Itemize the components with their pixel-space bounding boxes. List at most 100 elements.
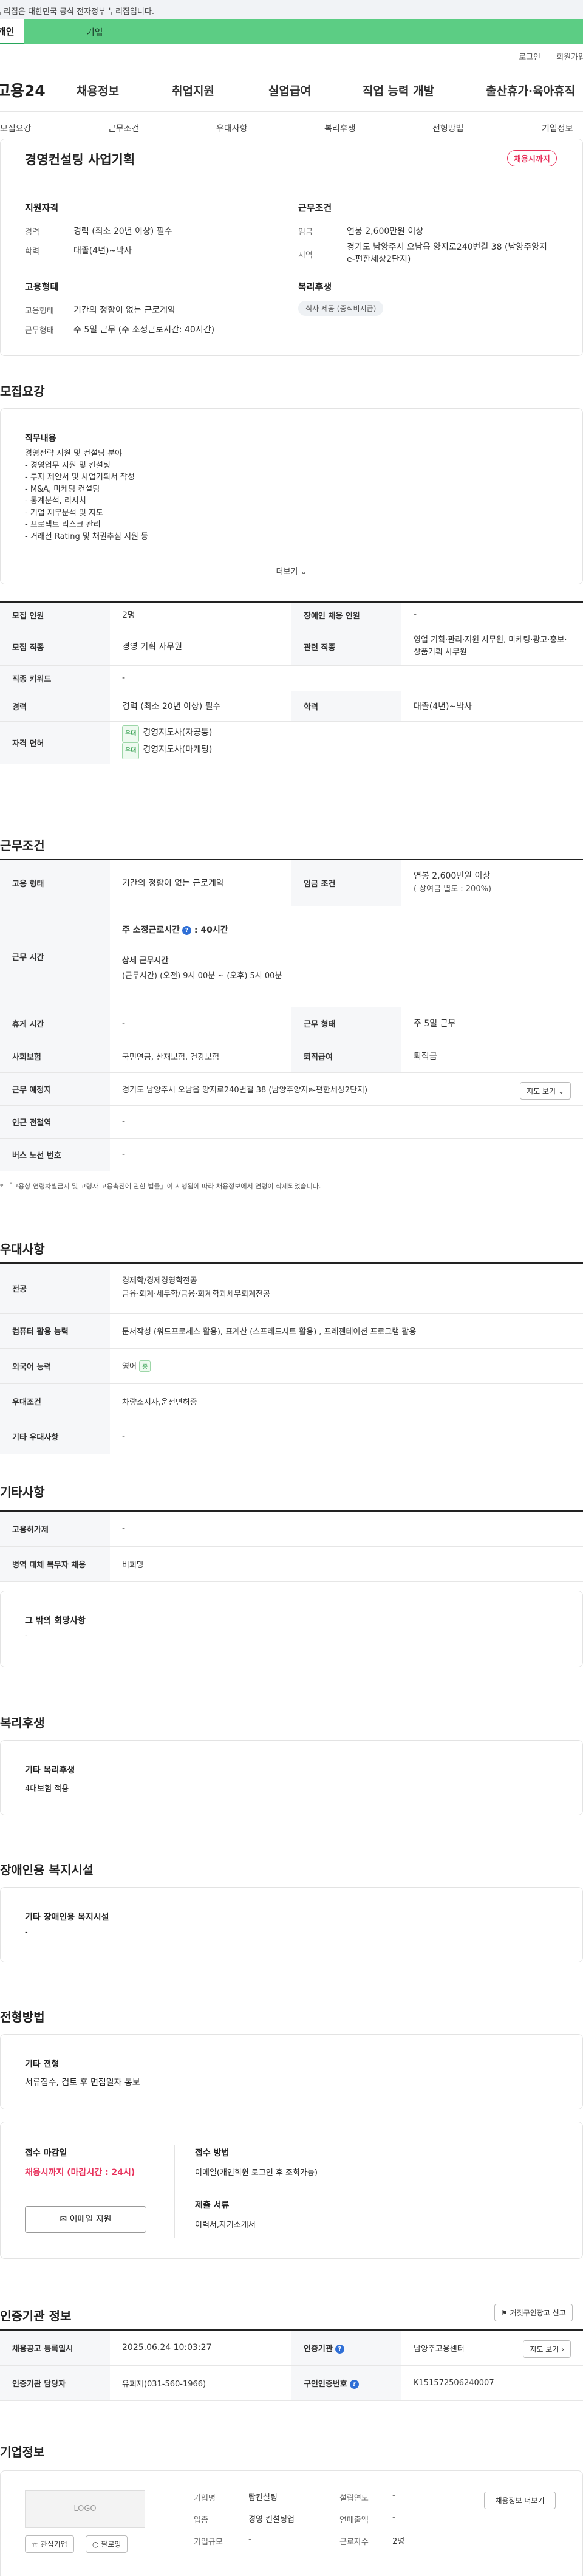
- map-button[interactable]: 지도 보기 ⌄: [520, 1081, 571, 1100]
- gnb-item-leave[interactable]: 출산휴가·육아휴직: [486, 68, 575, 112]
- more-button[interactable]: 더보기 ⌄: [1, 555, 582, 584]
- loc-label: 지역: [298, 251, 313, 260]
- info-icon[interactable]: ?: [349, 2379, 359, 2389]
- status-badge: 채용시까지: [507, 150, 557, 166]
- site-logo[interactable]: 고용24: [0, 79, 46, 101]
- duty-line: 경영전략 지원 및 컨설팅 분야: [25, 449, 123, 458]
- snb-preference[interactable]: 우대사항: [216, 122, 248, 134]
- station-value: -: [110, 1105, 583, 1139]
- docs-value: 이력서,자기소개서: [195, 2221, 256, 2230]
- gnb-item-unemployment-benefit[interactable]: 실업급여: [268, 68, 311, 112]
- join-link[interactable]: 회원가입: [556, 50, 583, 62]
- emp-type-label: 고용형태: [25, 307, 54, 316]
- career-row-value: 경력 (최소 20년 이상) 필수: [110, 691, 292, 722]
- duty-line: - 경영업무 지원 및 컨설팅: [25, 461, 111, 470]
- gnb-item-jobs[interactable]: 채용정보: [77, 68, 119, 112]
- pref-cond-label: 우대조건: [0, 1383, 110, 1419]
- major-value: 경제학/경제경영학전공 금융·회계·세무학/금융·회계학과세무회계전공: [110, 1263, 583, 1314]
- welfare-title: 복리후생: [298, 281, 332, 292]
- edu-value: 대졸(4년)~박사: [73, 246, 132, 256]
- age-notice: * 「고용상 연령차별금지 및 고령자 고용촉진에 관한 법률」이 시행됨에 따…: [0, 1182, 321, 1190]
- interest-button[interactable]: ☆ 관심기업: [25, 2535, 74, 2553]
- jobs-more-label: 채용정보 더보기: [495, 2496, 545, 2505]
- duty-line: - 통계분석, 리서치: [25, 496, 86, 505]
- info-icon[interactable]: ?: [182, 925, 192, 935]
- interest-label: 관심기업: [40, 2540, 67, 2549]
- edu-row-value: 대졸(4년)~박사: [401, 691, 583, 722]
- org-map-button[interactable]: 지도 보기 ›: [523, 2340, 571, 2358]
- report-button[interactable]: ⚑ 거짓구인광고 신고: [494, 2304, 573, 2321]
- gnb-item-training[interactable]: 직업 능력 개발: [363, 68, 434, 112]
- preferred-tag: 우대: [122, 725, 140, 742]
- lang-value: 영어 중: [110, 1348, 583, 1384]
- snb-welfare[interactable]: 복리후생: [324, 122, 356, 134]
- tab-person[interactable]: 개인: [0, 19, 24, 44]
- sales-label: 연매출액: [339, 2516, 369, 2525]
- career-label: 경력: [25, 228, 39, 237]
- snb-selection[interactable]: 전형방법: [432, 122, 464, 134]
- qual-title: 지원자격: [25, 202, 59, 213]
- number-label: 구인인증번호?: [292, 2365, 401, 2401]
- work-form-label: 근무형태: [25, 326, 54, 335]
- job-value: 경영 기획 사무원: [110, 628, 292, 666]
- edu-label: 학력: [25, 247, 39, 256]
- cert-table: 채용공고 등록일시 2025.06.24 10:03:27 인증기관? 남양주고…: [0, 2329, 583, 2401]
- snb-recruit[interactable]: 모집요강: [0, 122, 32, 134]
- wage-value: 연봉 2,600만원 이상: [347, 227, 424, 236]
- jobs-more-button[interactable]: 채용정보 더보기: [484, 2492, 556, 2509]
- org-label-text: 인증기관: [304, 2344, 333, 2354]
- insurance-label: 사회보험: [0, 1040, 110, 1073]
- keyword-label: 직종 키워드: [0, 665, 110, 691]
- detail-value: (근무시간) (오전) 9시 00분 ~ (오후) 5시 00분: [122, 971, 282, 981]
- wish-title: 그 밖의 희망사항: [25, 1616, 86, 1626]
- time-value: 주 소정근로시간? : 40시간 상세 근무시간 (근무시간) (오전) 9시 …: [110, 906, 583, 1007]
- disabled-value: -: [401, 602, 583, 628]
- reg-value: 2025.06.24 10:03:27: [110, 2330, 292, 2366]
- duty-line: - M&A, 마케팅 컨설팅: [25, 484, 100, 494]
- wish-card: 그 밖의 희망사항 -: [0, 1591, 583, 1667]
- emp-row-value: 기간의 정함이 없는 근로계약: [110, 860, 292, 906]
- pref-etc-label: 기타 우대사항: [0, 1419, 110, 1454]
- weekly-hours-label: 주 소정근로시간: [122, 925, 180, 935]
- mail-icon: ✉: [60, 2215, 67, 2224]
- lang-label: 외국어 능력: [0, 1348, 110, 1384]
- license-value: 우대 경영지도사(자공통) 우대 경영지도사(마케팅): [110, 721, 583, 764]
- company-section-title: 기업정보: [0, 2445, 45, 2459]
- divider: [174, 2145, 175, 2238]
- staff-label: 근로자수: [339, 2538, 369, 2547]
- bus-value: -: [110, 1138, 583, 1171]
- number-value: K151572506240007: [401, 2365, 583, 2401]
- method-value: 서류접수, 검토 후 면접일자 통보: [25, 2078, 140, 2088]
- gnb-item-employment-support[interactable]: 취업지원: [172, 68, 214, 112]
- email-apply-button[interactable]: ✉ 이메일 지원: [25, 2206, 146, 2233]
- login-link[interactable]: 로그인: [519, 50, 540, 62]
- conditions-section-title: 근무조건: [0, 838, 45, 853]
- gov-banner: 이 누리집은 대한민국 공식 전자정부 누리집입니다.: [0, 0, 583, 19]
- license-name: 경영지도사(마케팅): [143, 745, 213, 755]
- email-apply-label: 이메일 지원: [69, 2215, 112, 2224]
- gov-banner-text: 이 누리집은 대한민국 공식 전자정부 누리집입니다.: [0, 7, 154, 16]
- duty-line: - 거래선 Rating 및 채권추심 지원 등: [25, 532, 148, 541]
- job-label: 모집 직종: [0, 628, 110, 666]
- tab-company[interactable]: 기업: [24, 19, 128, 44]
- snb-company[interactable]: 기업정보: [542, 122, 573, 134]
- size-value: -: [248, 2535, 252, 2544]
- manager-value: 유희재(031-560-1966): [110, 2365, 292, 2401]
- snb-conditions[interactable]: 근무조건: [108, 122, 140, 134]
- utility-bar: 로그인 회원가입: [0, 44, 583, 68]
- emp-type-value: 기간의 정함이 없는 근로계약: [73, 306, 176, 315]
- wage-amount: 연봉 2,600만원 이상: [414, 871, 491, 882]
- info-icon[interactable]: ?: [335, 2344, 344, 2354]
- wage-note: ( 상여금 별도 : 200%): [414, 885, 492, 894]
- place-address: 경기도 남양주시 오남읍 양지로240번길 38 (남양주양지e-편한세상2단지…: [122, 1085, 368, 1095]
- wage-label: 임금: [298, 228, 313, 237]
- follow-button[interactable]: ○ 팔로잉: [86, 2535, 128, 2553]
- chevron-down-icon: ⌄: [557, 1086, 564, 1095]
- conditions-table: 고용 형태 기간의 정함이 없는 근로계약 임금 조건 연봉 2,600만원 이…: [0, 859, 583, 1171]
- rest-label: 휴게 시간: [0, 1007, 110, 1040]
- headcount-label: 모집 인원: [0, 602, 110, 628]
- retire-value: 퇴직금: [401, 1040, 583, 1073]
- recruit-section-title: 모집요강: [0, 384, 45, 399]
- work-form-value: 주 5일 근무 (주 소정근로시간: 40시간): [73, 325, 215, 335]
- license-item: 우대 경영지도사(마케팅): [122, 742, 583, 759]
